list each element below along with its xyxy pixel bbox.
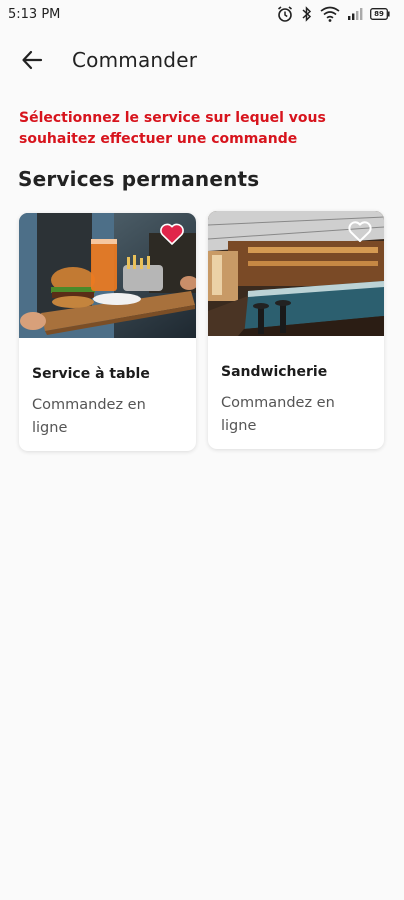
app-bar: Commander: [0, 36, 404, 84]
back-button[interactable]: [8, 36, 56, 84]
card-title: Sandwicherie: [221, 364, 328, 380]
card-description: Commandez en ligne: [221, 395, 335, 434]
battery-icon: 89: [370, 8, 390, 20]
card-title: Service à table: [32, 366, 150, 382]
status-bar: 5:13 PM 89: [0, 0, 404, 28]
bluetooth-icon: [302, 6, 312, 22]
card-body: Sandwicherie Commandez en ligne: [208, 336, 384, 438]
arrow-left-icon: [22, 50, 43, 70]
alarm-icon: [278, 6, 292, 22]
status-time: 5:13 PM: [8, 6, 61, 22]
section-title: Services permanents: [18, 167, 260, 191]
service-card-table[interactable]: Service à table Commandez en ligne: [19, 213, 196, 451]
instruction-text: Sélectionnez le service sur lequel vous …: [19, 110, 326, 147]
wifi-icon: [320, 6, 340, 22]
signal-icon: [348, 8, 363, 20]
service-card-sandwicherie[interactable]: Sandwicherie Commandez en ligne: [208, 211, 384, 449]
battery-level: 89: [374, 10, 384, 18]
favorite-heart-outline-icon[interactable]: [347, 220, 373, 244]
status-icons: 89: [276, 5, 390, 23]
card-description: Commandez en ligne: [32, 397, 146, 436]
favorite-heart-icon[interactable]: [159, 222, 185, 246]
card-body: Service à table Commandez en ligne: [19, 338, 196, 440]
page-title: Commander: [72, 48, 198, 72]
